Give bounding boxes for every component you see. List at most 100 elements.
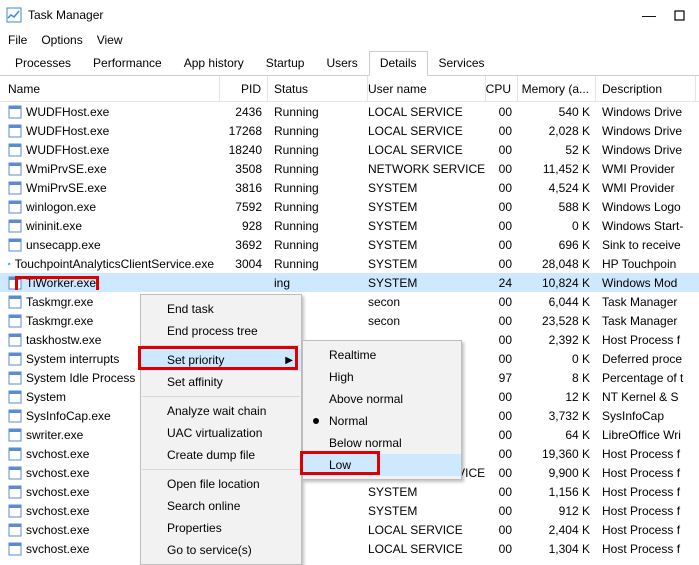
col-description[interactable]: Description bbox=[596, 76, 696, 101]
process-icon bbox=[8, 181, 22, 195]
process-icon bbox=[8, 124, 22, 138]
process-icon bbox=[8, 200, 22, 214]
menu-item-open-file-location[interactable]: Open file location bbox=[141, 473, 301, 495]
menu-item-normal[interactable]: Normal bbox=[303, 410, 461, 432]
menu-item-label: UAC virtualization bbox=[167, 426, 262, 440]
cell-status: Running bbox=[268, 238, 368, 252]
cell-description: Host Process f bbox=[596, 504, 696, 518]
tab-services[interactable]: Services bbox=[428, 51, 496, 76]
table-row[interactable]: Taskmgr.exeingsecon006,044 KTask Manager bbox=[0, 292, 699, 311]
cell-memory: 912 K bbox=[518, 504, 596, 518]
process-name: svchost.exe bbox=[26, 447, 89, 461]
cell-memory: 696 K bbox=[518, 238, 596, 252]
menu-item-set-priority[interactable]: Set priority▶ bbox=[141, 349, 301, 371]
process-name: svchost.exe bbox=[26, 485, 89, 499]
cell-user: secon bbox=[368, 314, 486, 328]
process-icon bbox=[8, 390, 22, 404]
process-icon bbox=[8, 466, 22, 480]
menu-item-search-online[interactable]: Search online bbox=[141, 495, 301, 517]
table-body: WUDFHost.exe2436RunningLOCAL SERVICE0054… bbox=[0, 102, 699, 558]
cell-cpu: 00 bbox=[486, 162, 518, 176]
menu-item-end-task[interactable]: End task bbox=[141, 298, 301, 320]
cell-pid: 928 bbox=[220, 219, 268, 233]
process-icon bbox=[8, 352, 22, 366]
cell-description: Host Process f bbox=[596, 485, 696, 499]
menu-item-label: Set affinity bbox=[167, 375, 223, 389]
col-name[interactable]: Name bbox=[8, 76, 220, 101]
cell-cpu: 00 bbox=[486, 428, 518, 442]
menu-item-analyze-wait-chain[interactable]: Analyze wait chain bbox=[141, 400, 301, 422]
table-row[interactable]: wininit.exe928RunningSYSTEM000 KWindows … bbox=[0, 216, 699, 235]
cell-user: SYSTEM bbox=[368, 485, 486, 499]
tab-details[interactable]: Details bbox=[369, 51, 428, 76]
menu-item-set-affinity[interactable]: Set affinity bbox=[141, 371, 301, 393]
menu-item-realtime[interactable]: Realtime bbox=[303, 344, 461, 366]
cell-memory: 1,304 K bbox=[518, 542, 596, 556]
menu-item-properties[interactable]: Properties bbox=[141, 517, 301, 539]
menu-view[interactable]: View bbox=[97, 33, 123, 47]
col-user[interactable]: User name bbox=[368, 76, 486, 101]
cell-user: LOCAL SERVICE bbox=[368, 542, 486, 556]
cell-user: SYSTEM bbox=[368, 504, 486, 518]
table-row[interactable]: TiWorker.exeingSYSTEM2410,824 KWindows M… bbox=[0, 273, 699, 292]
process-name: TiWorker.exe bbox=[26, 276, 96, 290]
tab-strip: Processes Performance App history Startu… bbox=[0, 50, 699, 76]
menu-item-low[interactable]: Low bbox=[303, 454, 461, 476]
cell-memory: 6,044 K bbox=[518, 295, 596, 309]
process-name: WUDFHost.exe bbox=[26, 105, 109, 119]
table-row[interactable]: unsecapp.exe3692RunningSYSTEM00696 KSink… bbox=[0, 235, 699, 254]
cell-user: secon bbox=[368, 295, 486, 309]
cell-memory: 11,452 K bbox=[518, 162, 596, 176]
table-row[interactable]: hpTouchpointAnalyticsClientService.exe30… bbox=[0, 254, 699, 273]
cell-status: Running bbox=[268, 219, 368, 233]
cell-cpu: 00 bbox=[486, 181, 518, 195]
table-row[interactable]: WUDFHost.exe17268RunningLOCAL SERVICE002… bbox=[0, 121, 699, 140]
process-icon bbox=[8, 428, 22, 442]
table-row[interactable]: WmiPrvSE.exe3508RunningNETWORK SERVICE00… bbox=[0, 159, 699, 178]
table-row[interactable]: WmiPrvSE.exe3816RunningSYSTEM004,524 KWM… bbox=[0, 178, 699, 197]
cell-cpu: 00 bbox=[486, 352, 518, 366]
menu-item-create-dump-file[interactable]: Create dump file bbox=[141, 444, 301, 466]
cell-cpu: 00 bbox=[486, 466, 518, 480]
menu-item-go-to-service-s-[interactable]: Go to service(s) bbox=[141, 539, 301, 561]
menu-item-label: Properties bbox=[167, 521, 222, 535]
maximize-button[interactable] bbox=[673, 9, 685, 21]
col-cpu[interactable]: CPU bbox=[486, 76, 518, 101]
menu-file[interactable]: File bbox=[8, 33, 27, 47]
table-row[interactable]: svchost.exeingSYSTEM001,156 KHost Proces… bbox=[0, 482, 699, 501]
table-row[interactable]: svchost.exeingLOCAL SERVICE001,304 KHost… bbox=[0, 539, 699, 558]
cell-status: Running bbox=[268, 105, 368, 119]
menu-item-label: Below normal bbox=[329, 436, 402, 450]
cell-memory: 2,404 K bbox=[518, 523, 596, 537]
process-name: WmiPrvSE.exe bbox=[26, 162, 107, 176]
col-memory[interactable]: Memory (a... bbox=[518, 76, 596, 101]
cell-pid: 2436 bbox=[220, 105, 268, 119]
menu-item-high[interactable]: High bbox=[303, 366, 461, 388]
tab-startup[interactable]: Startup bbox=[255, 51, 316, 76]
tab-processes[interactable]: Processes bbox=[4, 51, 82, 76]
menu-item-below-normal[interactable]: Below normal bbox=[303, 432, 461, 454]
table-row[interactable]: WUDFHost.exe18240RunningLOCAL SERVICE005… bbox=[0, 140, 699, 159]
minimize-button[interactable]: — bbox=[643, 9, 655, 21]
table-row[interactable]: Taskmgr.exeingsecon0023,528 KTask Manage… bbox=[0, 311, 699, 330]
process-name: unsecapp.exe bbox=[26, 238, 101, 252]
table-row[interactable]: svchost.exeingLOCAL SERVICE002,404 KHost… bbox=[0, 520, 699, 539]
tab-users[interactable]: Users bbox=[315, 51, 368, 76]
col-status[interactable]: Status bbox=[268, 76, 368, 101]
cell-cpu: 00 bbox=[486, 390, 518, 404]
table-row[interactable]: svchost.exeingSYSTEM00912 KHost Process … bbox=[0, 501, 699, 520]
cell-memory: 588 K bbox=[518, 200, 596, 214]
menu-item-above-normal[interactable]: Above normal bbox=[303, 388, 461, 410]
tab-performance[interactable]: Performance bbox=[82, 51, 173, 76]
menubar: File Options View bbox=[0, 30, 699, 50]
menu-options[interactable]: Options bbox=[41, 33, 82, 47]
cell-cpu: 00 bbox=[486, 409, 518, 423]
menu-item-end-process-tree[interactable]: End process tree bbox=[141, 320, 301, 342]
table-row[interactable]: WUDFHost.exe2436RunningLOCAL SERVICE0054… bbox=[0, 102, 699, 121]
tab-app-history[interactable]: App history bbox=[173, 51, 255, 76]
titlebar: Task Manager — ✕ bbox=[0, 0, 699, 30]
col-pid[interactable]: PID bbox=[220, 76, 268, 101]
cell-cpu: 00 bbox=[486, 257, 518, 271]
table-row[interactable]: winlogon.exe7592RunningSYSTEM00588 KWind… bbox=[0, 197, 699, 216]
process-icon bbox=[8, 219, 22, 233]
